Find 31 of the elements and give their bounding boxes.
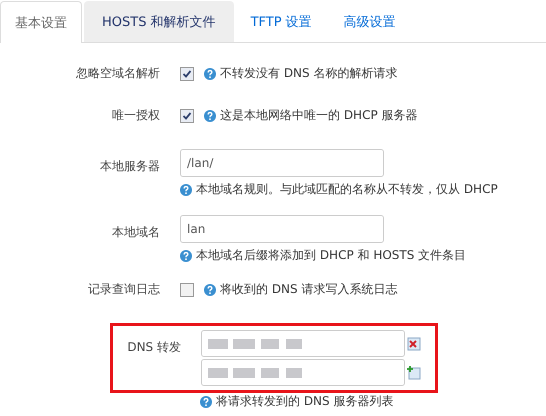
tab[interactable]: 基本设置 [0, 1, 82, 43]
help-text: 不转发没有 DNS 名称的解析请求 [220, 65, 398, 82]
help-text: 将请求转发到的 DNS 服务器列表 [216, 393, 394, 410]
field-label: DNS 转发 [126, 339, 182, 356]
help-icon [204, 284, 216, 296]
input-field[interactable] [201, 330, 405, 357]
remove-icon[interactable] [407, 336, 421, 350]
field-label: 本地服务器 [99, 158, 161, 175]
help-icon [204, 68, 216, 80]
help-icon [180, 184, 192, 196]
input-field[interactable]: /lan/ [180, 149, 384, 177]
help-text: 本地域名后缀将添加到 DHCP 和 HOSTS 文件条目 [196, 247, 466, 264]
help-icon [180, 250, 192, 262]
field-label: 忽略空域名解析 [75, 65, 161, 82]
checkbox[interactable] [180, 108, 194, 122]
help-text: 本地域名规则。与此域匹配的名称从不转发，仅从 DHCP [196, 181, 498, 198]
help-text: 这是本地网络中唯一的 DHCP 服务器 [220, 107, 418, 124]
field-label: 本地域名 [111, 224, 161, 241]
add-icon[interactable] [407, 366, 421, 380]
input-field[interactable]: lan [180, 215, 384, 243]
help-icon [204, 110, 216, 122]
field-label: 记录查询日志 [87, 281, 161, 298]
tab[interactable]: TFTP 设置 [236, 1, 327, 42]
checkbox[interactable] [180, 282, 194, 296]
field-label: 唯一授权 [111, 107, 161, 124]
tab[interactable]: HOSTS 和解析文件 [84, 1, 234, 42]
tab[interactable]: 高级设置 [328, 1, 411, 42]
help-text: 将收到的 DNS 请求写入系统日志 [220, 281, 398, 298]
input-field[interactable] [201, 359, 405, 386]
checkbox[interactable] [180, 66, 194, 80]
help-icon [200, 396, 212, 408]
